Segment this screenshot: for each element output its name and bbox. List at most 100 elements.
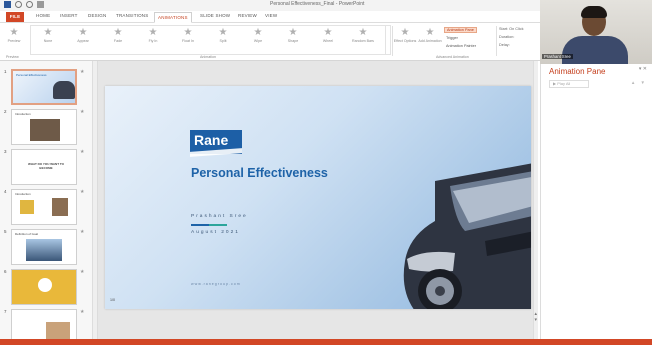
tab-design[interactable]: DESIGN	[88, 13, 106, 18]
ribbon: ★ Preview ★ None ★ Appear ★ Fade ★ Fly In ★ F…	[0, 23, 540, 61]
animation-painter-button[interactable]: Animation Painter	[446, 44, 476, 48]
slide-thumbnail[interactable]: Introduction	[11, 189, 77, 225]
tab-review[interactable]: REVIEW	[238, 13, 257, 18]
website-url[interactable]: www.ranegroup.com	[191, 282, 241, 286]
gallery-scroll[interactable]	[386, 25, 391, 55]
tab-insert[interactable]: INSERT	[60, 13, 78, 18]
trigger-button[interactable]: Trigger	[446, 36, 458, 40]
anim-fade-button[interactable]: ★ Fade	[106, 26, 130, 54]
car-image	[403, 163, 531, 309]
anim-wipe-button[interactable]: ★ Wipe	[246, 26, 270, 54]
person-hair	[581, 6, 607, 18]
effect-options-button[interactable]: ★ Effect Options	[393, 26, 417, 54]
animation-star-icon: ★	[80, 229, 85, 235]
slide-thumbnail[interactable]	[11, 269, 77, 305]
group-label-advanced: Advanced Animation	[436, 55, 469, 59]
animation-star-icon: ★	[80, 69, 85, 75]
group-label-preview: Preview	[6, 55, 19, 59]
thumbnails-scrollbar[interactable]	[92, 61, 97, 339]
thumbnail-row[interactable]: 3 WHAT DO YOU WANT TO BECOME ★	[4, 149, 92, 185]
star-icon: ★	[288, 27, 298, 38]
car-thumbnail-image	[53, 81, 75, 99]
star-icon: ★	[78, 27, 88, 38]
animation-star-icon: ★	[80, 149, 85, 155]
anim-split-button[interactable]: ★ Split	[211, 26, 235, 54]
animation-pane-button[interactable]: Animation Pane	[444, 27, 477, 33]
slide-editing-area: Rane Personal Effectiveness Prashant Sre…	[98, 61, 538, 339]
thumbnail-image	[38, 278, 52, 292]
tab-view[interactable]: VIEW	[265, 13, 277, 18]
star-icon: ★	[323, 27, 333, 38]
thumbnail-image	[30, 119, 60, 141]
star-icon: ★	[183, 27, 193, 38]
anim-random-bars-button[interactable]: ★ Random Bars	[351, 26, 375, 54]
group-label-animation: Animation	[200, 55, 216, 59]
preview-button[interactable]: ★ Preview	[2, 26, 26, 54]
powerpoint-window: Personal Effectiveness_Final - PowerPoin…	[0, 0, 652, 345]
thumbnail-row[interactable]: 6 ★	[4, 269, 92, 305]
close-icon[interactable]: ▾ ✕	[639, 66, 647, 72]
present-icon[interactable]	[37, 1, 44, 8]
current-slide[interactable]: Rane Personal Effectiveness Prashant Sre…	[105, 86, 531, 309]
ribbon-separator	[496, 26, 497, 56]
anim-float-in-button[interactable]: ★ Float In	[176, 26, 200, 54]
start-dropdown[interactable]: Start: On Click	[499, 27, 523, 31]
slide-thumbnail[interactable]: WHAT DO YOU WANT TO BECOME	[11, 149, 77, 185]
star-icon: ★	[218, 27, 228, 38]
anim-none-button[interactable]: ★ None	[36, 26, 60, 54]
thumbnail-row[interactable]: 2 Introduction ★	[4, 109, 92, 145]
thumbnail-image	[20, 200, 34, 214]
anim-appear-button[interactable]: ★ Appear	[71, 26, 95, 54]
save-icon[interactable]	[4, 1, 11, 8]
tab-animations[interactable]: ANIMATIONS	[154, 12, 192, 23]
thumbnail-image	[52, 198, 68, 216]
tab-slide-show[interactable]: SLIDE SHOW	[200, 13, 230, 18]
thumbnail-image	[46, 322, 70, 339]
delay-field[interactable]: Delay:	[499, 43, 510, 47]
redo-icon[interactable]	[26, 1, 33, 8]
slide-thumbnail[interactable]: Personal Effectiveness	[11, 69, 77, 105]
animation-pane-title: Animation Pane	[549, 67, 606, 76]
person-body	[562, 36, 628, 64]
thumbnail-row[interactable]: 7 ★	[4, 309, 92, 339]
status-bar	[0, 339, 652, 345]
tab-home[interactable]: HOME	[36, 13, 50, 18]
play-all-button[interactable]: ▶ Play All	[549, 80, 589, 88]
presenter-name[interactable]: Prashant Sree	[191, 214, 248, 219]
thumbnail-row[interactable]: 1 Personal Effectiveness ★	[4, 69, 92, 105]
undo-icon[interactable]	[15, 1, 22, 8]
star-icon: ★	[43, 27, 53, 38]
tab-transitions[interactable]: TRANSITIONS	[116, 13, 148, 18]
anim-wheel-button[interactable]: ★ Wheel	[316, 26, 340, 54]
slide-thumbnail[interactable]: Definition of Goal	[11, 229, 77, 265]
slide-title[interactable]: Personal Effectiveness	[191, 166, 328, 180]
play-icon: ▶	[553, 81, 557, 86]
presentation-date[interactable]: August 2021	[191, 230, 240, 235]
ribbon-tabs: FILE HOME INSERT DESIGN TRANSITIONS ANIM…	[0, 11, 540, 23]
color-bar	[191, 224, 227, 226]
slide-thumbnail[interactable]: Introduction	[11, 109, 77, 145]
animation-star-icon: ★	[80, 109, 85, 115]
duration-field[interactable]: Duration:	[499, 35, 514, 39]
animation-star-icon: ★	[80, 309, 85, 315]
reorder-arrows[interactable]: ▲ ▼	[631, 80, 647, 85]
animation-star-icon: ★	[80, 269, 85, 275]
add-animation-icon: ★	[425, 27, 435, 38]
slide-thumbnail[interactable]	[11, 309, 77, 339]
thumbnail-row[interactable]: 5 Definition of Goal ★	[4, 229, 92, 265]
thumbnail-row[interactable]: 4 Introduction ★	[4, 189, 92, 225]
slide-vertical-scrollbar[interactable]	[533, 61, 538, 339]
add-animation-button[interactable]: ★ Add Animation	[418, 26, 442, 54]
slide-thumbnails-pane: 1 Personal Effectiveness ★ 2 Introductio…	[0, 61, 98, 339]
animation-pane: Animation Pane ▾ ✕ ▶ Play All ▲ ▼	[540, 64, 652, 339]
star-icon: ★	[253, 27, 263, 38]
anim-fly-in-button[interactable]: ★ Fly In	[141, 26, 165, 54]
effect-options-icon: ★	[400, 27, 410, 38]
anim-shape-button[interactable]: ★ Shape	[281, 26, 305, 54]
star-icon: ★	[113, 27, 123, 38]
tab-file[interactable]: FILE	[6, 12, 24, 22]
webcam-video: Prashant Sree	[540, 0, 652, 64]
star-icon: ★	[148, 27, 158, 38]
prev-next-slide-controls[interactable]: ▴ ▾	[534, 311, 537, 323]
window-title: Personal Effectiveness_Final - PowerPoin…	[270, 1, 365, 7]
